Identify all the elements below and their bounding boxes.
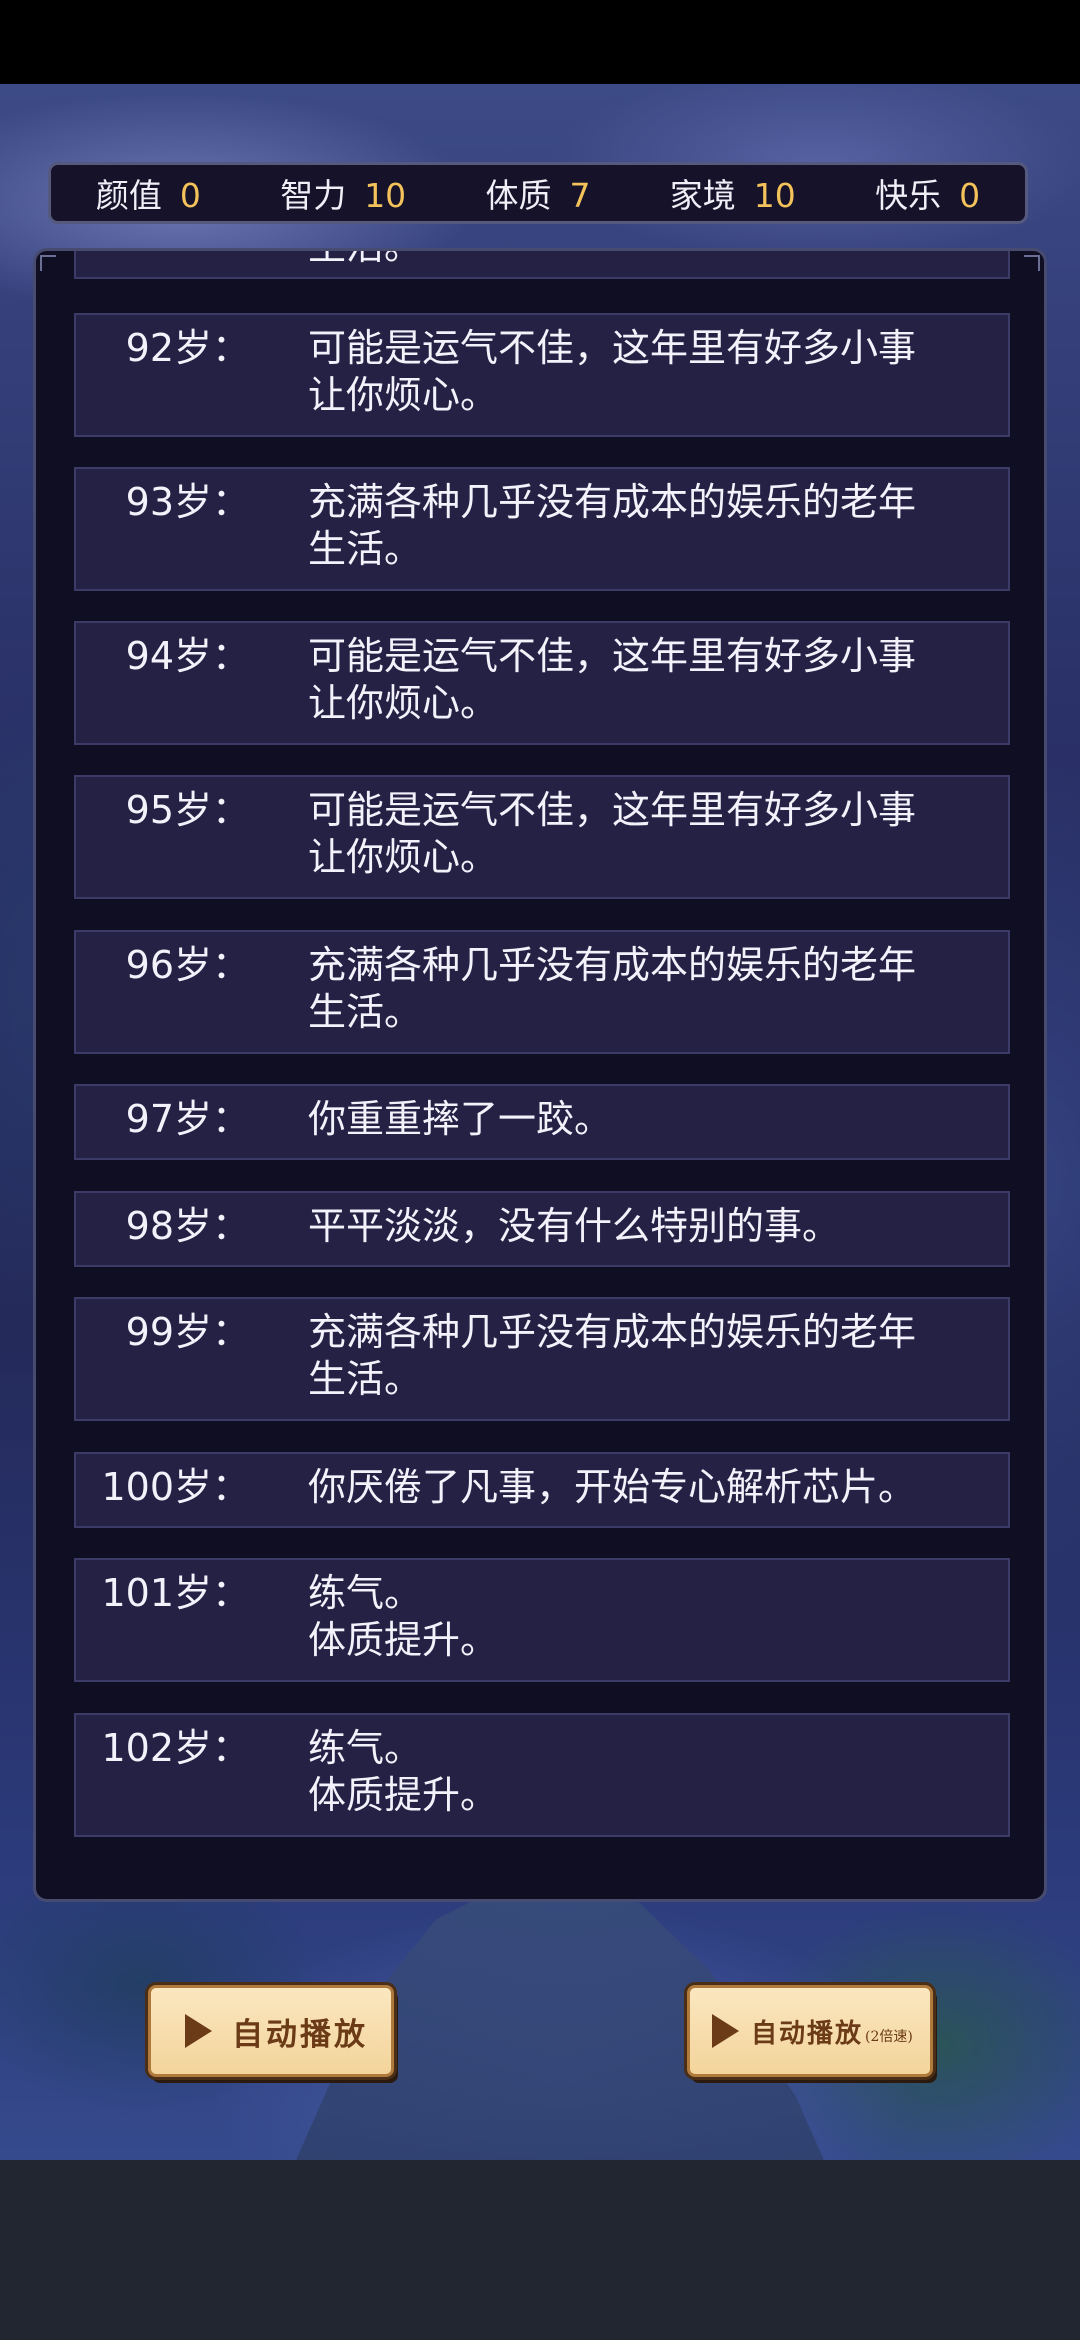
event-text: 充满各种几乎没有成本的娱乐的老年 生活。 [308, 480, 917, 571]
stat-appearance: 颜值 0 [51, 169, 246, 217]
event-text: 练气。 体质提升。 [308, 1571, 499, 1662]
auto-play-2x-label: 自动播放 [751, 2018, 864, 2049]
event-row: 97岁： 你重重摔了一跤。 [74, 1084, 1010, 1160]
event-age: 100岁： [101, 1465, 250, 1509]
event-text: 充满各种几乎没有成本的娱乐的老年 生活。 [308, 943, 917, 1034]
speed-note: (2倍速) [865, 2029, 913, 2045]
event-text: 可能是运气不佳，这年里有好多小事 让你烦心。 [308, 634, 917, 725]
event-row: 101岁： 练气。 体质提升。 [74, 1558, 1010, 1682]
life-event-log[interactable]: 生活。 92岁： 可能是运气不佳，这年里有好多小事 让你烦心。 93岁： 充满各… [33, 248, 1047, 1902]
event-age: 98岁： [125, 1204, 250, 1248]
stat-happiness: 快乐 0 [830, 169, 1025, 217]
event-age: 96岁： [125, 943, 250, 987]
event-text: 平平淡淡，没有什么特别的事。 [308, 1204, 841, 1248]
auto-play-button[interactable]: 自动播放 [148, 1985, 394, 2077]
event-row: 95岁： 可能是运气不佳，这年里有好多小事 让你烦心。 [74, 775, 1010, 899]
status-bar [0, 0, 1080, 84]
event-age: 99岁： [125, 1310, 250, 1354]
event-age: 101岁： [101, 1571, 250, 1615]
stat-value: 7 [569, 176, 591, 215]
event-text: 可能是运气不佳，这年里有好多小事 让你烦心。 [308, 788, 917, 879]
stat-value: 0 [959, 176, 981, 215]
event-age: 95岁： [125, 788, 250, 832]
event-age: 97岁： [125, 1097, 250, 1141]
stat-family: 家境 10 [635, 169, 830, 217]
auto-play-2x-button[interactable]: 自动播放 (2倍速) [687, 1985, 933, 2077]
stat-value: 0 [179, 176, 201, 215]
event-text: 充满各种几乎没有成本的娱乐的老年 生活。 [308, 1310, 917, 1401]
stat-label: 家境 [669, 176, 736, 215]
auto-play-label: 自动播放 [232, 2016, 368, 2053]
event-row: 93岁： 充满各种几乎没有成本的娱乐的老年 生活。 [74, 467, 1010, 591]
event-row: 92岁： 可能是运气不佳，这年里有好多小事 让你烦心。 [74, 313, 1010, 437]
event-text: 练气。 体质提升。 [308, 1726, 499, 1817]
event-row: 96岁： 充满各种几乎没有成本的娱乐的老年 生活。 [74, 930, 1010, 1054]
event-row: 生活。 [74, 251, 1010, 279]
stat-label: 颜值 [95, 176, 162, 215]
event-text: 你重重摔了一跤。 [308, 1097, 613, 1141]
event-text: 可能是运气不佳，这年里有好多小事 让你烦心。 [308, 326, 917, 417]
event-row: 100岁： 你厌倦了凡事，开始专心解析芯片。 [74, 1452, 1010, 1528]
event-age: 94岁： [125, 634, 250, 678]
stat-constitution: 体质 7 [441, 169, 636, 217]
event-text: 生活。 [308, 251, 988, 270]
event-row: 98岁： 平平淡淡，没有什么特别的事。 [74, 1191, 1010, 1267]
stat-label: 智力 [280, 176, 347, 215]
event-age: 92岁： [125, 326, 250, 370]
event-text: 你厌倦了凡事，开始专心解析芯片。 [308, 1465, 917, 1509]
event-age: 93岁： [125, 480, 250, 524]
stat-value: 10 [753, 176, 796, 215]
attribute-bar: 颜值 0 智力 10 体质 7 家境 10 快乐 0 [48, 162, 1028, 224]
play-icon [185, 2014, 212, 2048]
stat-label: 体质 [485, 176, 552, 215]
play-icon [712, 2014, 739, 2048]
event-row: 99岁： 充满各种几乎没有成本的娱乐的老年 生活。 [74, 1297, 1010, 1421]
event-row: 94岁： 可能是运气不佳，这年里有好多小事 让你烦心。 [74, 621, 1010, 745]
stat-value: 10 [364, 176, 407, 215]
stat-label: 快乐 [875, 176, 942, 215]
event-row: 102岁： 练气。 体质提升。 [74, 1713, 1010, 1837]
event-age: 102岁： [101, 1726, 250, 1770]
stat-intelligence: 智力 10 [246, 169, 441, 217]
